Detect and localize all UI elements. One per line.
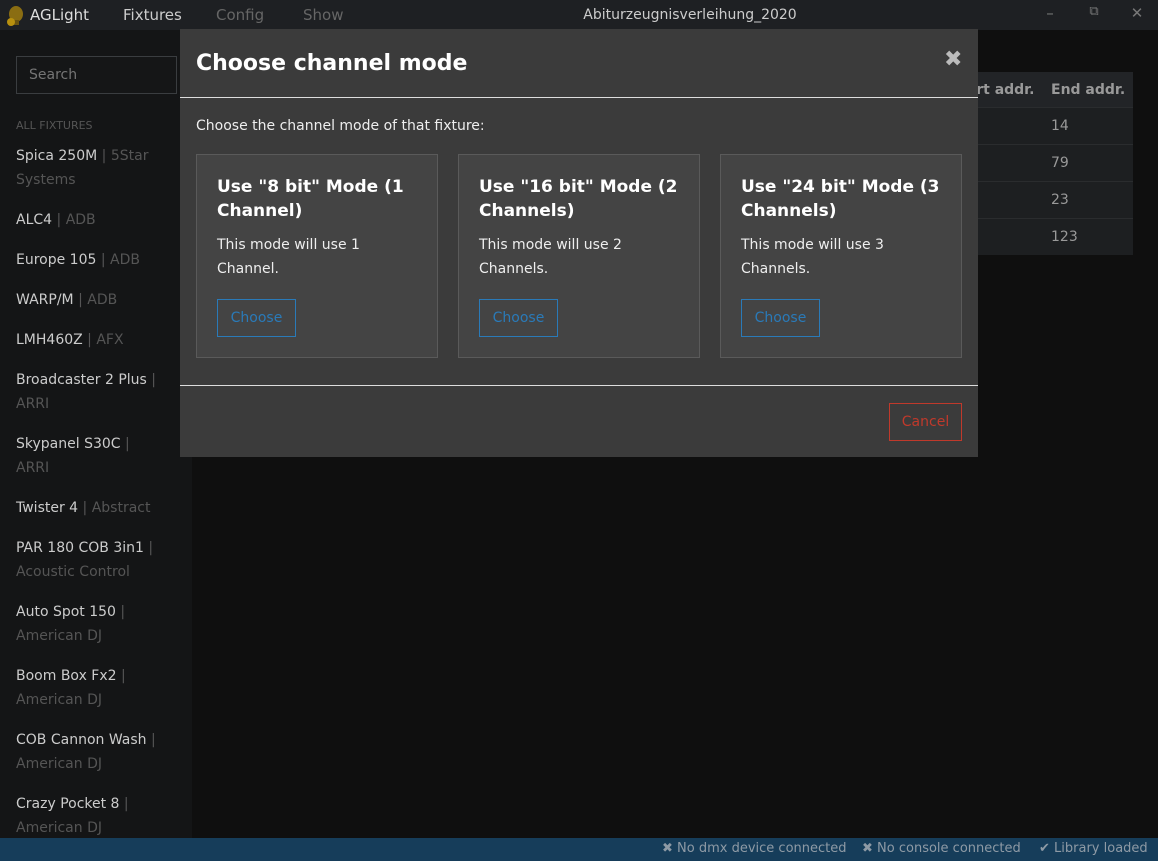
sidebar: ALL FIXTURES Spica 250M | 5Star Systems A…: [0, 30, 192, 838]
sidebar-item[interactable]: Broadcaster 2 Plus | ARRI: [16, 368, 161, 416]
status-bar: ✖ No dmx device connected ✖ No console c…: [0, 838, 1158, 861]
fixture-name: WARP/M: [16, 292, 74, 308]
fixture-name: Twister 4: [16, 500, 79, 516]
close-icon[interactable]: ✖: [944, 47, 962, 72]
check-icon: ✔: [1039, 841, 1050, 856]
fixture-list: Spica 250M | 5Star Systems ALC4 | ADB Euro…: [16, 144, 161, 838]
channel-mode-dialog: Choose channel mode ✖ Choose the channel…: [180, 29, 978, 457]
status-library: ✔ Library loaded: [1039, 841, 1148, 856]
dialog-title: Choose channel mode: [196, 51, 468, 76]
minimize-icon[interactable]: –: [1040, 4, 1060, 22]
sidebar-item[interactable]: Crazy Pocket 8 | American DJ: [16, 792, 161, 838]
fixture-name: ALC4: [16, 212, 53, 228]
fixture-name: Skypanel S30C: [16, 436, 121, 452]
fixture-name: COB Cannon Wash: [16, 732, 147, 748]
end-addr: 23: [1051, 192, 1069, 208]
section-label: ALL FIXTURES: [16, 119, 93, 132]
fixture-manufacturer: | ADB: [78, 292, 118, 308]
restore-icon[interactable]: ⧉: [1084, 4, 1104, 19]
mode-card: Use "24 bit" Mode (3 Channels) This mode …: [720, 154, 962, 358]
end-addr: 123: [1051, 229, 1078, 245]
divider: [180, 385, 978, 386]
fixture-manufacturer: | Abstract: [82, 500, 151, 516]
choose-button[interactable]: Choose: [479, 299, 558, 337]
mode-description: This mode will use 2 Channels.: [479, 237, 622, 277]
choose-button[interactable]: Choose: [217, 299, 296, 337]
fixture-name: Crazy Pocket 8: [16, 796, 120, 812]
mode-title: Use "8 bit" Mode (1 Channel): [217, 177, 404, 221]
x-icon: ✖: [862, 841, 873, 856]
sidebar-item[interactable]: Auto Spot 150 | American DJ: [16, 600, 161, 648]
fixture-manufacturer: | AFX: [87, 332, 124, 348]
sidebar-item[interactable]: LMH460Z | AFX: [16, 328, 161, 352]
fixture-name: LMH460Z: [16, 332, 83, 348]
sidebar-item[interactable]: WARP/M | ADB: [16, 288, 161, 312]
fixture-name: PAR 180 COB 3in1: [16, 540, 144, 556]
x-icon: ✖: [662, 841, 673, 856]
mode-title: Use "16 bit" Mode (2 Channels): [479, 177, 678, 221]
search-input[interactable]: [16, 56, 177, 94]
cancel-button[interactable]: Cancel: [889, 403, 962, 441]
end-addr: 14: [1051, 118, 1069, 134]
status-console: ✖ No console connected: [862, 841, 1021, 856]
mode-card: Use "8 bit" Mode (1 Channel) This mode wi…: [196, 154, 438, 358]
fixture-name: Europe 105: [16, 252, 97, 268]
fixture-name: Broadcaster 2 Plus: [16, 372, 147, 388]
sidebar-item[interactable]: PAR 180 COB 3in1 | Acoustic Control: [16, 536, 161, 584]
divider: [180, 97, 978, 98]
sidebar-item[interactable]: Twister 4 | Abstract: [16, 496, 161, 520]
fixture-manufacturer: | ADB: [56, 212, 96, 228]
mode-description: This mode will use 1 Channel.: [217, 237, 360, 277]
fixture-manufacturer: | ADB: [100, 252, 140, 268]
title-bar: AGLight Fixtures Config Show Abiturzeugn…: [0, 0, 1158, 30]
choose-button[interactable]: Choose: [741, 299, 820, 337]
close-window-icon[interactable]: ✕: [1127, 4, 1147, 22]
sidebar-item[interactable]: ALC4 | ADB: [16, 208, 161, 232]
sidebar-item[interactable]: Europe 105 | ADB: [16, 248, 161, 272]
header-end-addr: End addr.: [1051, 81, 1126, 98]
status-dmx: ✖ No dmx device connected: [662, 841, 847, 856]
sidebar-item[interactable]: Skypanel S30C | ARRI: [16, 432, 161, 480]
fixture-name: Spica 250M: [16, 148, 98, 164]
sidebar-item[interactable]: COB Cannon Wash | American DJ: [16, 728, 161, 776]
mode-description: This mode will use 3 Channels.: [741, 237, 884, 277]
window-title: Abiturzeugnisverleihung_2020: [583, 7, 797, 23]
mode-card: Use "16 bit" Mode (2 Channels) This mode …: [458, 154, 700, 358]
mode-title: Use "24 bit" Mode (3 Channels): [741, 177, 940, 221]
fixture-name: Boom Box Fx2: [16, 668, 117, 684]
end-addr: 79: [1051, 155, 1069, 171]
sidebar-item[interactable]: Spica 250M | 5Star Systems: [16, 144, 161, 192]
sidebar-item[interactable]: Boom Box Fx2 | American DJ: [16, 664, 161, 712]
dialog-intro: Choose the channel mode of that fixture:: [196, 118, 485, 134]
fixture-name: Auto Spot 150: [16, 604, 116, 620]
